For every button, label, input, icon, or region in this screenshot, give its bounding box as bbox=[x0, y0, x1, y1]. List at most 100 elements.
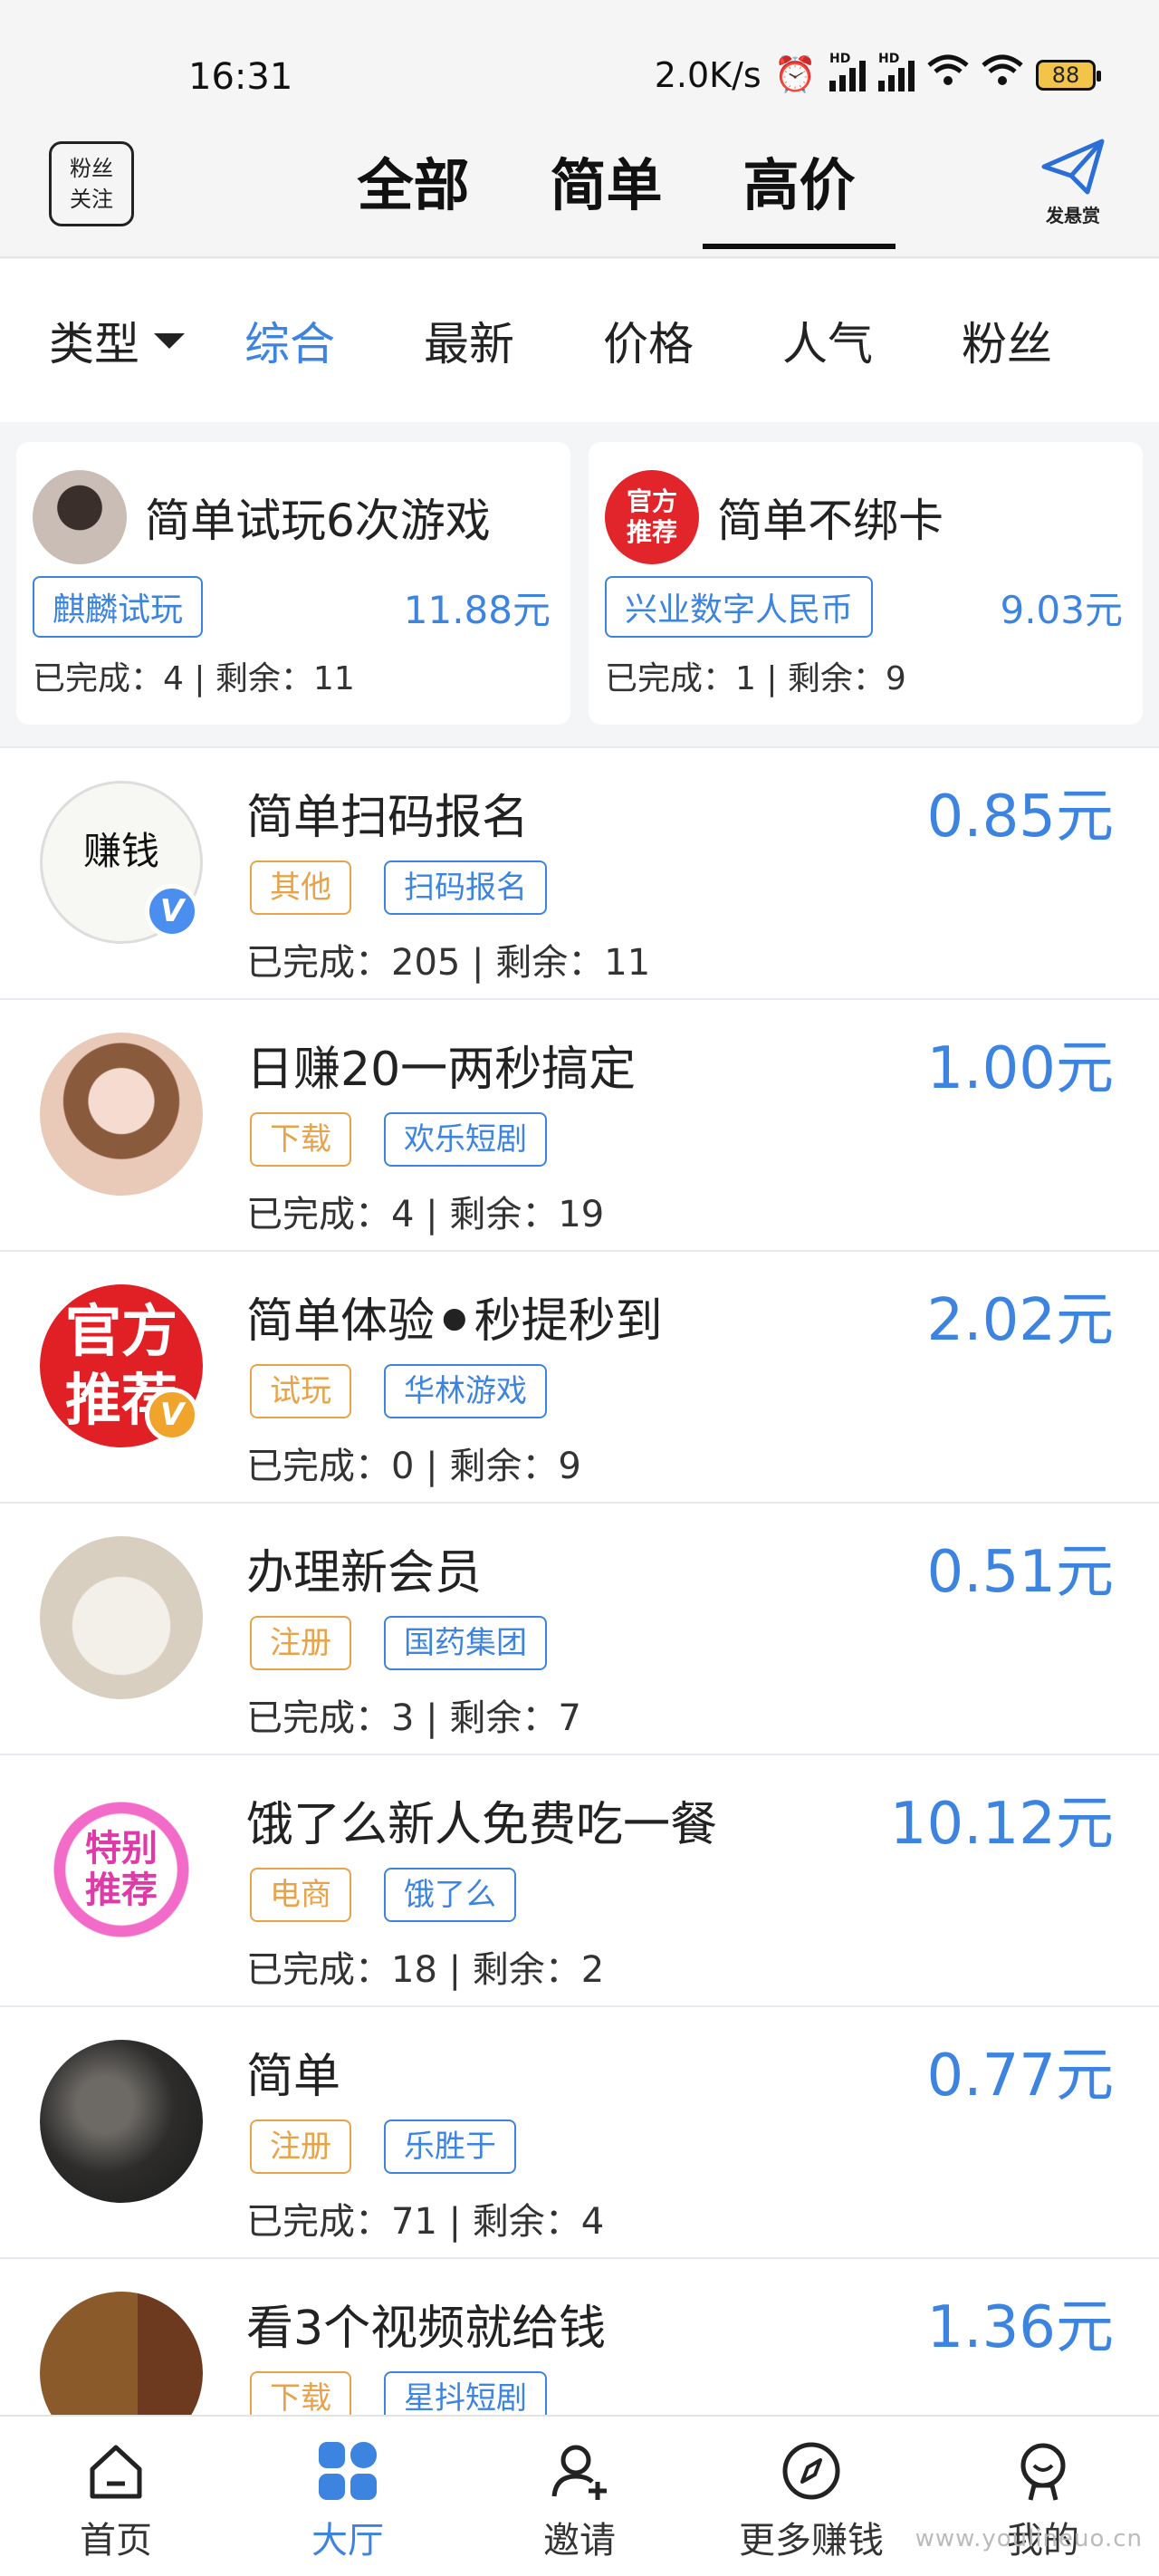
list-item[interactable]: 官方 推荐 V 简单体验⚫秒提秒到 2.02元 试玩 华林游戏 已完成：0 | … bbox=[0, 1250, 1159, 1502]
avatar-text: 特别 bbox=[85, 1828, 158, 1870]
list-item[interactable]: 特别 推荐 饿了么新人免费吃一餐 10.12元 电商 饿了么 已完成：18 | … bbox=[0, 1754, 1159, 2005]
task-title: 简单体验⚫秒提秒到 bbox=[246, 1294, 663, 1349]
nav-more-earn[interactable]: 更多赚钱 bbox=[695, 2417, 927, 2576]
signal-icon-2: HD bbox=[878, 52, 915, 91]
platform-tag: 兴业数字人民币 bbox=[605, 576, 874, 638]
avatar: 官方 推荐 bbox=[605, 470, 699, 564]
task-list: 赚钱 V 简单扫码报名 0.85元 其他 扫码报名 已完成：205 | 剩余：1… bbox=[0, 746, 1159, 2509]
home-icon bbox=[90, 2445, 142, 2499]
task-title: 办理新会员 bbox=[246, 1546, 483, 1600]
avatar-text: 官方 bbox=[626, 486, 677, 516]
platform-tag: 乐胜于 bbox=[384, 2119, 516, 2174]
platform-tag: 麒麟试玩 bbox=[33, 576, 204, 638]
featured-card[interactable]: 官方 推荐 简单不绑卡 兴业数字人民币 9.03元 已完成：1 | 剩余：9 bbox=[589, 442, 1143, 725]
avatar bbox=[40, 1536, 203, 1699]
avatar bbox=[40, 1033, 203, 1196]
filter-price[interactable]: 价格 bbox=[603, 308, 694, 373]
status-time: 16:31 bbox=[188, 56, 293, 98]
tab-simple[interactable]: 简单 bbox=[510, 136, 703, 258]
task-price: 2.02元 bbox=[926, 1287, 1115, 1354]
wifi-icon-2 bbox=[982, 54, 1023, 95]
wifi-icon bbox=[927, 54, 969, 95]
verified-icon: V bbox=[145, 1388, 199, 1442]
nav-hall[interactable]: 大厅 bbox=[232, 2417, 464, 2576]
task-stats: 已完成：18 | 剩余：2 bbox=[246, 1949, 605, 1991]
task-stats: 已完成：205 | 剩余：11 bbox=[246, 942, 651, 984]
task-title: 日赚20一两秒搞定 bbox=[246, 1043, 637, 1097]
chevron-down-icon bbox=[154, 332, 185, 349]
list-item[interactable]: 简单 0.77元 注册 乐胜于 已完成：71 | 剩余：4 bbox=[0, 2005, 1159, 2257]
avatar-text: 官方 bbox=[64, 1298, 177, 1364]
task-stats: 已完成：0 | 剩余：9 bbox=[246, 1446, 581, 1487]
avatar-text: 推荐 bbox=[85, 1870, 158, 1911]
paper-plane-icon bbox=[1041, 139, 1105, 195]
filter-popularity[interactable]: 人气 bbox=[782, 308, 873, 373]
task-stats: 已完成：71 | 剩余：4 bbox=[246, 2201, 605, 2243]
signal-icon: HD bbox=[829, 52, 866, 91]
platform-tag: 扫码报名 bbox=[384, 860, 547, 915]
task-stats: 已完成：3 | 剩余：7 bbox=[246, 1697, 581, 1739]
task-price: 1.36元 bbox=[926, 2294, 1115, 2361]
post-reward-label: 发悬赏 bbox=[1046, 205, 1100, 226]
tab-high-price[interactable]: 高价 bbox=[703, 136, 896, 258]
verified-icon: V bbox=[145, 884, 199, 938]
avatar bbox=[33, 470, 127, 564]
battery-icon: 88 bbox=[1036, 59, 1101, 91]
category-tag: 其他 bbox=[250, 860, 351, 915]
fans-label: 粉丝 bbox=[70, 156, 113, 181]
task-price: 0.85元 bbox=[926, 783, 1115, 851]
nav-more-earn-label: 更多赚钱 bbox=[739, 2520, 884, 2562]
top-header: 粉丝 关注 全部 简单 高价 发悬赏 bbox=[0, 136, 1159, 258]
task-price: 9.03元 bbox=[1000, 587, 1123, 632]
nav-home-label: 首页 bbox=[80, 2520, 152, 2562]
status-bar: 16:31 2.0K/s ⏰ HD HD 88 bbox=[0, 0, 1159, 136]
fans-follow-button[interactable]: 粉丝 关注 bbox=[49, 141, 134, 226]
type-dropdown[interactable]: 类型 bbox=[49, 308, 185, 373]
category-tag: 电商 bbox=[250, 1868, 351, 1922]
avatar-text: 推荐 bbox=[626, 517, 677, 547]
task-stats: 已完成：4 | 剩余：19 bbox=[246, 1194, 605, 1235]
filter-newest[interactable]: 最新 bbox=[424, 308, 514, 373]
type-label: 类型 bbox=[49, 318, 139, 370]
profile-icon bbox=[1020, 2443, 1066, 2501]
task-price: 10.12元 bbox=[889, 1791, 1114, 1858]
task-price: 11.88元 bbox=[403, 587, 551, 632]
task-title: 简单不绑卡 bbox=[717, 495, 943, 547]
status-indicators: 2.0K/s ⏰ HD HD 88 bbox=[654, 52, 1101, 95]
app-screen: 16:31 2.0K/s ⏰ HD HD 88 粉丝 关注 全部 简单 高价 发… bbox=[0, 0, 1159, 2576]
compass-icon bbox=[782, 2442, 840, 2500]
category-tag: 下载 bbox=[250, 1112, 351, 1167]
filter-comprehensive[interactable]: 综合 bbox=[244, 308, 335, 373]
list-item[interactable]: 办理新会员 0.51元 注册 国药集团 已完成：3 | 剩余：7 bbox=[0, 1502, 1159, 1754]
task-stats: 已完成：4 | 剩余：11 bbox=[33, 660, 355, 697]
task-price: 0.77元 bbox=[926, 2043, 1115, 2110]
alarm-icon: ⏰ bbox=[773, 54, 817, 94]
task-price: 1.00元 bbox=[926, 1035, 1115, 1102]
watermark: www.youlineuo.cn bbox=[915, 2525, 1143, 2552]
main-tabs: 全部 简单 高价 bbox=[317, 136, 896, 258]
list-item[interactable]: 赚钱 V 简单扫码报名 0.85元 其他 扫码报名 已完成：205 | 剩余：1… bbox=[0, 746, 1159, 998]
category-tag: 注册 bbox=[250, 1616, 351, 1670]
filter-fans[interactable]: 粉丝 bbox=[962, 308, 1052, 373]
nav-home[interactable]: 首页 bbox=[0, 2417, 232, 2576]
list-item[interactable]: 日赚20一两秒搞定 1.00元 下载 欢乐短剧 已完成：4 | 剩余：19 bbox=[0, 998, 1159, 1250]
grid-icon bbox=[319, 2442, 377, 2500]
avatar: 特别 推荐 bbox=[40, 1788, 203, 1951]
platform-tag: 欢乐短剧 bbox=[384, 1112, 547, 1167]
follow-label: 关注 bbox=[70, 187, 113, 212]
task-title: 简单扫码报名 bbox=[246, 791, 530, 845]
featured-card[interactable]: 简单试玩6次游戏 麒麟试玩 11.88元 已完成：4 | 剩余：11 bbox=[16, 442, 570, 725]
tab-all[interactable]: 全部 bbox=[317, 136, 510, 258]
featured-tasks: 简单试玩6次游戏 麒麟试玩 11.88元 已完成：4 | 剩余：11 官方 推荐… bbox=[16, 442, 1143, 725]
category-tag: 注册 bbox=[250, 2119, 351, 2174]
task-title: 简单试玩6次游戏 bbox=[145, 495, 491, 547]
task-title: 简单 bbox=[246, 2050, 341, 2104]
avatar bbox=[40, 2040, 203, 2203]
nav-invite-label: 邀请 bbox=[543, 2520, 616, 2562]
nav-invite[interactable]: 邀请 bbox=[464, 2417, 695, 2576]
platform-tag: 饿了么 bbox=[384, 1868, 516, 1922]
post-reward-button[interactable]: 发悬赏 bbox=[1032, 136, 1114, 227]
nav-hall-label: 大厅 bbox=[311, 2520, 384, 2562]
net-speed: 2.0K/s bbox=[654, 54, 761, 95]
platform-tag: 华林游戏 bbox=[384, 1364, 547, 1418]
